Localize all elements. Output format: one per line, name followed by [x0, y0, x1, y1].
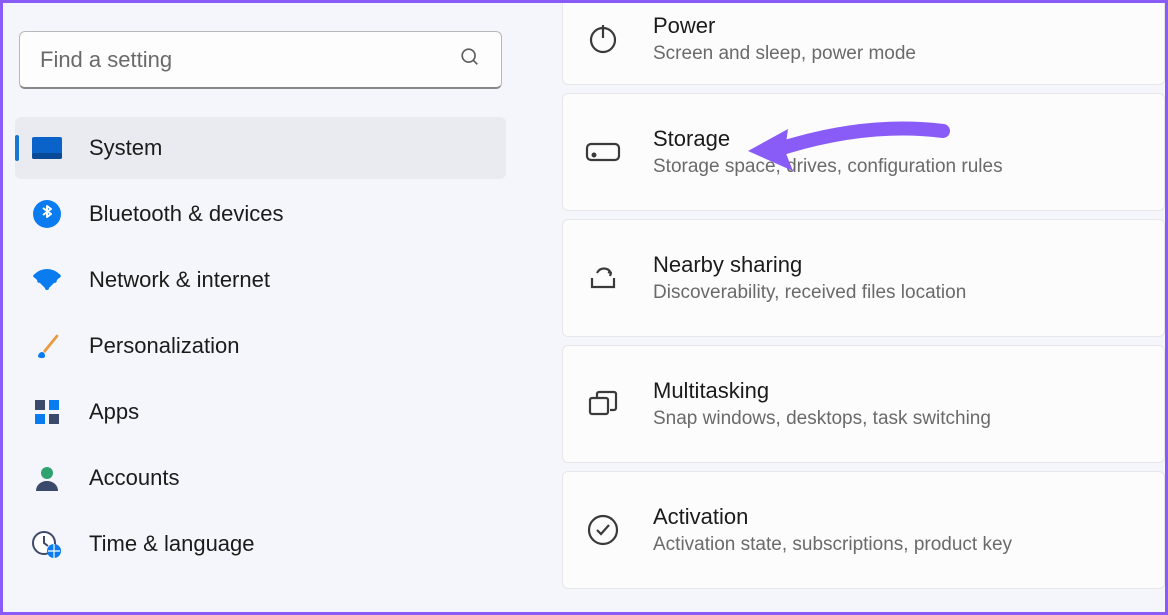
clock-globe-icon: [31, 528, 63, 560]
card-subtitle: Activation state, subscriptions, product…: [653, 534, 1012, 556]
sidebar: System Bluetooth & devices Network & int…: [3, 3, 518, 612]
sidebar-item-system[interactable]: System: [15, 117, 506, 179]
sidebar-item-bluetooth[interactable]: Bluetooth & devices: [15, 183, 506, 245]
card-title: Activation: [653, 504, 1012, 530]
sidebar-item-label: System: [89, 135, 162, 161]
sidebar-item-label: Accounts: [89, 465, 180, 491]
apps-icon: [31, 396, 63, 428]
sidebar-item-apps[interactable]: Apps: [15, 381, 506, 443]
bluetooth-icon: [31, 198, 63, 230]
multitasking-icon: [585, 386, 621, 422]
card-subtitle: Snap windows, desktops, task switching: [653, 408, 991, 430]
card-title: Power: [653, 13, 916, 39]
card-title: Storage: [653, 126, 1003, 152]
sidebar-item-label: Network & internet: [89, 267, 270, 293]
card-storage[interactable]: Storage Storage space, drives, configura…: [562, 93, 1165, 211]
card-title: Nearby sharing: [653, 252, 966, 278]
main-content: Power Screen and sleep, power mode Stora…: [518, 3, 1165, 612]
brush-icon: [31, 330, 63, 362]
search-field[interactable]: [40, 47, 459, 73]
activation-icon: [585, 512, 621, 548]
card-subtitle: Storage space, drives, configuration rul…: [653, 156, 1003, 178]
power-icon: [585, 21, 621, 57]
sidebar-nav: System Bluetooth & devices Network & int…: [15, 117, 506, 575]
sidebar-item-accounts[interactable]: Accounts: [15, 447, 506, 509]
sidebar-item-label: Personalization: [89, 333, 239, 359]
search-icon: [459, 46, 481, 73]
sidebar-item-personalization[interactable]: Personalization: [15, 315, 506, 377]
sidebar-item-label: Apps: [89, 399, 139, 425]
card-title: Multitasking: [653, 378, 991, 404]
card-subtitle: Screen and sleep, power mode: [653, 43, 916, 65]
card-multitasking[interactable]: Multitasking Snap windows, desktops, tas…: [562, 345, 1165, 463]
share-icon: [585, 260, 621, 296]
sidebar-item-network[interactable]: Network & internet: [15, 249, 506, 311]
card-nearby-sharing[interactable]: Nearby sharing Discoverability, received…: [562, 219, 1165, 337]
wifi-icon: [31, 264, 63, 296]
search-input[interactable]: [19, 31, 502, 89]
card-activation[interactable]: Activation Activation state, subscriptio…: [562, 471, 1165, 589]
accounts-icon: [31, 462, 63, 494]
card-subtitle: Discoverability, received files location: [653, 282, 966, 304]
card-power[interactable]: Power Screen and sleep, power mode: [562, 3, 1165, 85]
sidebar-item-label: Bluetooth & devices: [89, 201, 283, 227]
system-icon: [31, 132, 63, 164]
sidebar-item-time-language[interactable]: Time & language: [15, 513, 506, 575]
sidebar-item-label: Time & language: [89, 531, 255, 557]
storage-icon: [585, 134, 621, 170]
